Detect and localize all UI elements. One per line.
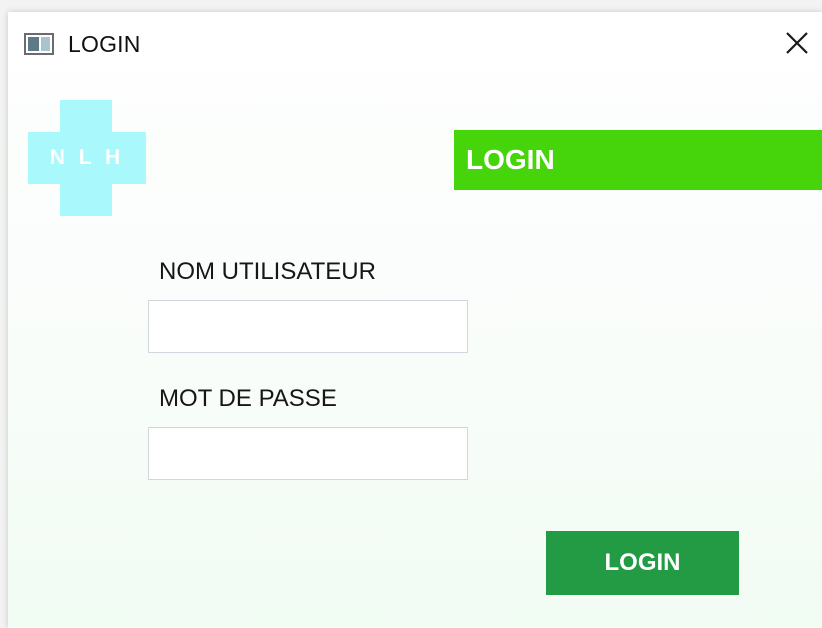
username-label: NOM UTILISATEUR bbox=[159, 258, 376, 285]
app-window-icon bbox=[24, 33, 54, 55]
login-button[interactable]: LOGIN bbox=[546, 531, 739, 595]
nlh-logo: N L H bbox=[28, 100, 146, 216]
close-icon bbox=[786, 32, 808, 54]
logo-text: N L H bbox=[49, 146, 125, 169]
app-icon-pane-left bbox=[28, 37, 39, 51]
login-window: LOGIN N L H LOGIN NOM UTILISATEUR MOT DE… bbox=[8, 12, 822, 628]
password-label: MOT DE PASSE bbox=[159, 385, 337, 412]
username-input[interactable] bbox=[148, 300, 468, 353]
app-icon-pane-right bbox=[41, 37, 50, 51]
login-banner: LOGIN bbox=[454, 130, 822, 190]
title-bar: LOGIN bbox=[8, 12, 822, 74]
password-input[interactable] bbox=[148, 427, 468, 480]
banner-title: LOGIN bbox=[466, 144, 555, 175]
window-title: LOGIN bbox=[68, 31, 141, 57]
close-button[interactable] bbox=[778, 24, 816, 62]
